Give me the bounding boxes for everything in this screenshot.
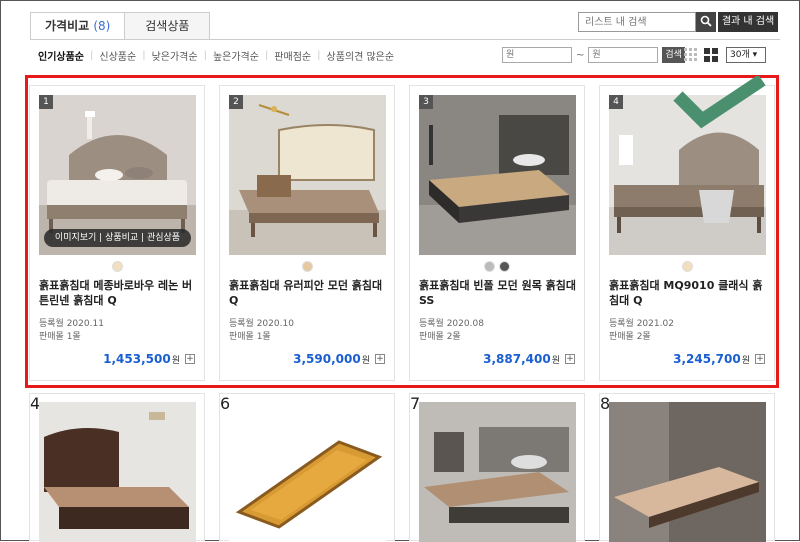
color-swatches: [600, 261, 774, 272]
product-card[interactable]: 2 흙표흙침대 유러피안 모던 흙침대 Q 등록월 2020.10 판매몰 1몰…: [219, 85, 395, 381]
tab-divider: [30, 39, 780, 40]
price-search-button[interactable]: 검색: [662, 47, 685, 63]
rank-badge: 2: [229, 95, 243, 109]
product-image[interactable]: [39, 402, 196, 542]
color-swatch[interactable]: [499, 261, 510, 272]
product-price[interactable]: 1,453,500원: [103, 352, 180, 366]
product-price[interactable]: 3,590,000원: [293, 352, 370, 366]
rank-badge: 1: [39, 95, 53, 109]
sort-bar: 인기상품순 | 신상품순 | 낮은가격순 | 높은가격순 | 판매점순 | 상품의견 많은…: [38, 48, 394, 63]
tab-price-compare[interactable]: 가격비교 (8): [30, 12, 126, 40]
sort-low-price[interactable]: 낮은가격순: [152, 48, 198, 63]
tab-search-products[interactable]: 검색상품: [124, 12, 211, 40]
product-image[interactable]: [419, 95, 576, 255]
tab-label: 검색상품: [145, 19, 190, 33]
rank-badge: 4: [609, 95, 623, 109]
color-swatch[interactable]: [301, 261, 313, 272]
sort-most-reviews[interactable]: 상품의견 많은순: [327, 48, 395, 63]
product-card[interactable]: 1 이미지보기 | 상품비교 | 관심상품 흙표흙침대 메종바로바우 레논 버튼…: [29, 85, 205, 381]
divider: |: [142, 50, 146, 61]
product-card[interactable]: 6: [219, 393, 395, 542]
price-filter: ~ 검색: [502, 47, 685, 63]
product-card[interactable]: 4: [29, 393, 205, 542]
registered-date: 등록월 2020.10: [229, 319, 294, 329]
price-value: 3,887,400: [483, 352, 551, 366]
product-price[interactable]: 3,887,400원: [483, 352, 560, 366]
registered-date: 등록월 2020.11: [39, 319, 104, 329]
currency-unit: 원: [551, 356, 560, 366]
color-swatch[interactable]: [111, 261, 123, 272]
product-image[interactable]: [229, 402, 386, 542]
product-card[interactable]: 8: [599, 393, 775, 542]
sort-newest[interactable]: 신상품순: [99, 48, 136, 63]
sort-high-price[interactable]: 높은가격순: [213, 48, 259, 63]
add-compare-icon[interactable]: +: [565, 354, 575, 364]
color-swatch[interactable]: [484, 261, 495, 272]
seller-count[interactable]: 판매몰 1몰: [39, 329, 81, 342]
product-image[interactable]: [609, 402, 766, 542]
min-price-input[interactable]: [502, 47, 572, 63]
registered-date: 등록월 2020.08: [419, 319, 484, 329]
product-card[interactable]: 3 흙표흙침대 빈폴 모던 원목 흙침대 SS 등록월 2020.08 판매몰 …: [409, 85, 585, 381]
color-swatches: [220, 261, 394, 272]
sort-popular[interactable]: 인기상품순: [38, 48, 84, 63]
add-compare-icon[interactable]: +: [375, 354, 385, 364]
product-title[interactable]: 흙표흙침대 유러피안 모던 흙침대 Q: [229, 278, 389, 308]
rank-badge: 3: [419, 95, 433, 109]
product-image[interactable]: [229, 95, 386, 255]
product-price[interactable]: 3,245,700원: [673, 352, 750, 366]
check-mark-icon: [673, 76, 766, 129]
range-tilde: ~: [576, 49, 585, 61]
color-swatches: [410, 261, 584, 272]
divider: |: [264, 50, 269, 61]
currency-unit: 원: [361, 356, 370, 366]
search-within-results-button[interactable]: 결과 내 검색: [718, 12, 778, 32]
product-title[interactable]: 흙표흙침대 MQ9010 클래식 흙침대 Q: [609, 278, 769, 308]
tab-label: 가격비교: [45, 19, 90, 33]
color-swatch[interactable]: [681, 261, 693, 272]
registered-date: 등록월 2021.02: [609, 319, 674, 329]
list-search-input[interactable]: [578, 12, 696, 32]
grid-small-view-icon[interactable]: [684, 48, 698, 62]
price-value: 3,245,700: [673, 352, 741, 366]
image-hover-actions[interactable]: 이미지보기 | 상품비교 | 관심상품: [44, 229, 191, 247]
max-price-input[interactable]: [588, 47, 659, 63]
price-value: 3,590,000: [293, 352, 361, 366]
product-title[interactable]: 흙표흙침대 메종바로바우 레논 버튼린넨 흙침대 Q: [39, 278, 199, 308]
page-size-select[interactable]: 30개 ▾: [726, 47, 766, 63]
currency-unit: 원: [741, 356, 750, 366]
grid-large-view-icon[interactable]: [704, 48, 718, 62]
seller-count[interactable]: 판매몰 1몰: [229, 329, 271, 342]
currency-unit: 원: [171, 356, 180, 366]
search-icon: [700, 15, 712, 27]
add-compare-icon[interactable]: +: [185, 354, 195, 364]
seller-count[interactable]: 판매몰 2몰: [419, 329, 461, 342]
sort-sellers[interactable]: 판매점순: [274, 48, 311, 63]
page-size-value: 30개: [730, 50, 750, 60]
tab-bar: 가격비교 (8) 검색상품: [30, 12, 211, 40]
price-value: 1,453,500: [103, 352, 171, 366]
product-title[interactable]: 흙표흙침대 빈폴 모던 원목 흙침대 SS: [419, 278, 579, 308]
divider: |: [90, 50, 94, 61]
divider: |: [203, 50, 207, 61]
divider: |: [317, 50, 321, 61]
product-image[interactable]: [419, 402, 576, 542]
search-button[interactable]: [696, 12, 716, 32]
product-card[interactable]: 7: [409, 393, 585, 542]
seller-count[interactable]: 판매몰 2몰: [609, 329, 651, 342]
color-swatches: [30, 261, 204, 272]
add-compare-icon[interactable]: +: [755, 354, 765, 364]
tab-count: (8): [93, 19, 111, 33]
